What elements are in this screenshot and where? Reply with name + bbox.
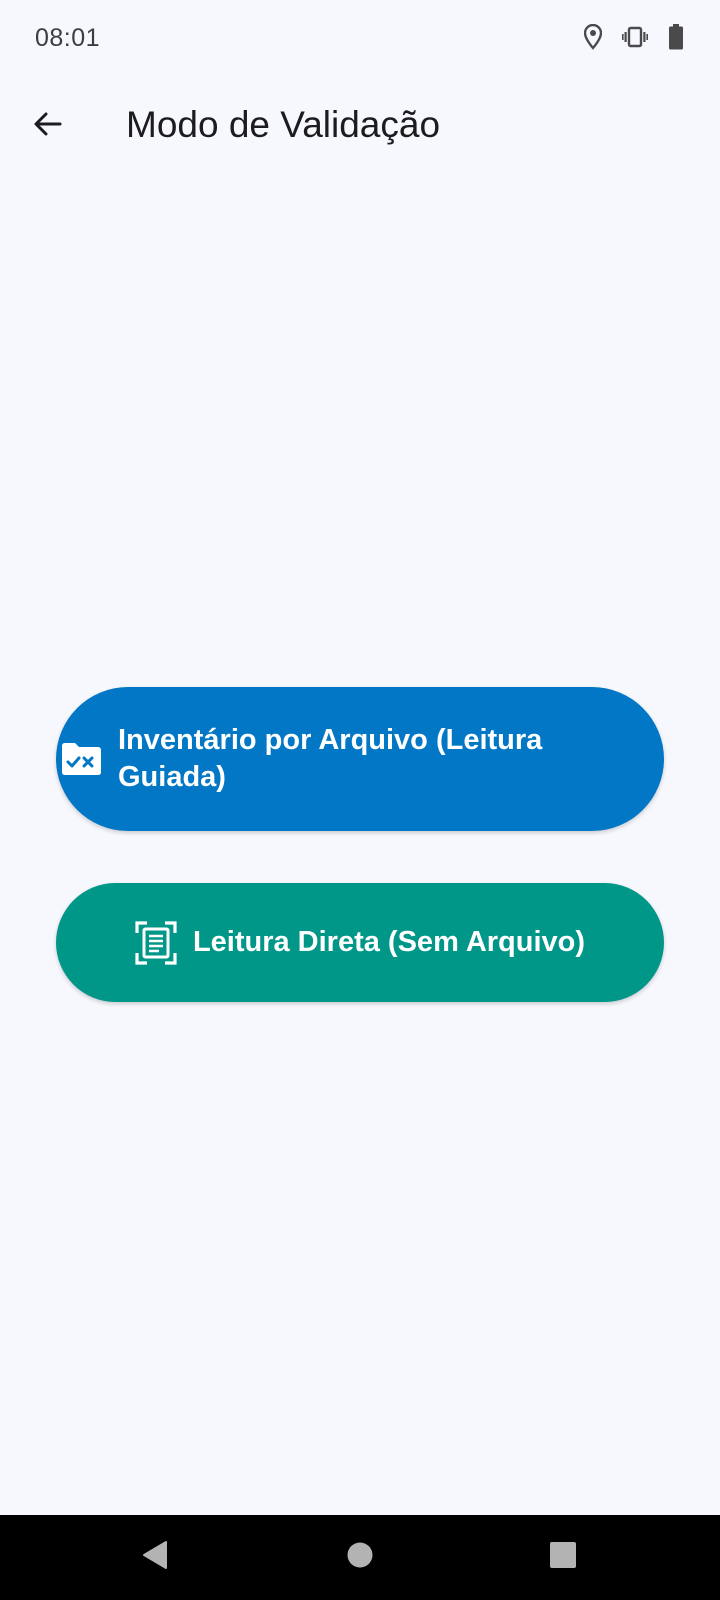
status-icons xyxy=(584,24,684,50)
back-button[interactable] xyxy=(20,98,76,154)
nav-home-button[interactable] xyxy=(332,1529,388,1585)
folder-check-x-icon xyxy=(60,742,102,776)
status-bar: 08:01 xyxy=(0,0,720,80)
arrow-back-icon xyxy=(32,108,64,145)
direct-reading-label: Leitura Direta (Sem Arquivo) xyxy=(192,926,586,958)
page-title: Modo de Validação xyxy=(126,104,441,145)
location-icon xyxy=(584,24,602,50)
navigation-bar xyxy=(0,1515,720,1600)
direct-reading-button[interactable]: Leitura Direta (Sem Arquivo) xyxy=(56,883,664,1002)
app-bar: Modo de Validação xyxy=(0,80,720,168)
nav-recents-button[interactable] xyxy=(535,1529,591,1585)
vibrate-icon xyxy=(622,26,648,48)
nav-back-button[interactable] xyxy=(127,1529,183,1585)
nav-recents-icon xyxy=(549,1541,577,1574)
file-inventory-button[interactable]: Inventário por Arquivo (Leitura Guiada) xyxy=(56,687,664,831)
status-time: 08:01 xyxy=(35,24,101,52)
document-scanner-icon xyxy=(135,920,177,965)
battery-icon xyxy=(668,24,684,50)
file-inventory-label: Inventário por Arquivo (Leitura Guiada) xyxy=(118,724,543,793)
nav-back-icon xyxy=(140,1539,170,1576)
nav-home-icon xyxy=(346,1541,374,1574)
